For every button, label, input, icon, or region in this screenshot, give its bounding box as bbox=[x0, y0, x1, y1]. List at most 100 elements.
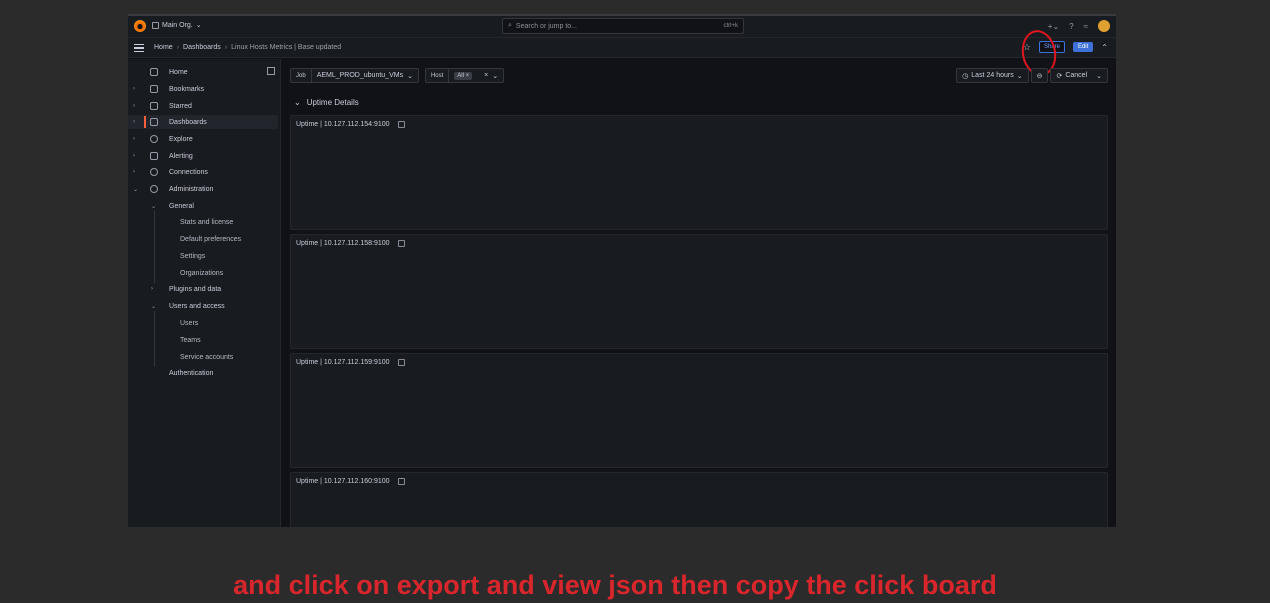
rss-icon[interactable]: ≈ bbox=[1084, 22, 1088, 31]
sidebar-item-label: Administration bbox=[169, 185, 214, 193]
sidebar-item-plugins-and-data[interactable]: › Plugins and data bbox=[128, 282, 278, 296]
sidebar-item-organizations[interactable]: Organizations bbox=[128, 266, 278, 280]
sidebar-item-label: Explore bbox=[169, 135, 193, 143]
sidebar-item-label: Plugins and data bbox=[169, 285, 222, 293]
chevron-down-icon[interactable]: ⌄ bbox=[151, 303, 156, 310]
host-value-wrap: All × × ⌄ bbox=[449, 71, 503, 80]
chevron-down-icon: ⌄ bbox=[1016, 72, 1023, 80]
star-icon bbox=[150, 102, 158, 110]
sidebar-item-general[interactable]: ⌄ General bbox=[128, 199, 278, 213]
sidebar-item-settings[interactable]: Settings bbox=[128, 249, 278, 263]
job-value-wrap: AEML_PROD_ubuntu_VMs ⌄ bbox=[312, 72, 418, 80]
chevron-right-icon[interactable]: › bbox=[133, 119, 135, 125]
sidebar-item-explore[interactable]: › Explore bbox=[128, 132, 278, 146]
edit-button[interactable]: Edit bbox=[1072, 42, 1094, 52]
avatar[interactable] bbox=[1098, 20, 1110, 32]
search-input[interactable]: ⌕ Search or jump to... ctrl+k bbox=[502, 18, 744, 34]
sidebar-item-alerting[interactable]: › Alerting bbox=[128, 149, 278, 163]
sidebar-item-administration[interactable]: ⌄ Administration bbox=[128, 182, 278, 196]
sidebar-item-starred[interactable]: › Starred bbox=[128, 99, 278, 113]
breadcrumb-home[interactable]: Home bbox=[154, 44, 173, 51]
sidebar: Home › Bookmarks › Starred › Dashboards … bbox=[128, 59, 281, 527]
sidebar-item-label: General bbox=[169, 202, 194, 210]
search-placeholder: Search or jump to... bbox=[515, 22, 578, 30]
host-label: Host bbox=[426, 69, 450, 82]
home-icon bbox=[150, 68, 158, 76]
sidebar-item-label: Settings bbox=[180, 252, 206, 260]
chevron-down-icon: ⌄ bbox=[294, 98, 301, 107]
chevron-down-icon: ⌄ bbox=[195, 22, 202, 29]
sidebar-item-label: Users and access bbox=[169, 302, 225, 310]
menu-icon[interactable] bbox=[134, 44, 144, 52]
time-range: Last 24 hours bbox=[971, 72, 1014, 79]
compass-icon bbox=[150, 135, 158, 143]
refresh-icon: ⟳ bbox=[1056, 72, 1063, 80]
panel-title: Uptime | 10.127.112.158:9100 bbox=[296, 240, 390, 247]
sidebar-item-connections[interactable]: › Connections bbox=[128, 165, 278, 179]
chevron-right-icon[interactable]: › bbox=[133, 86, 135, 92]
row-title: Uptime Details bbox=[306, 98, 359, 107]
chevron-right-icon[interactable]: › bbox=[133, 153, 135, 159]
panel-uptime-158[interactable]: Uptime | 10.127.112.158:9100 bbox=[290, 234, 1108, 349]
bell-icon bbox=[150, 152, 158, 160]
sidebar-item-label: Starred bbox=[169, 102, 192, 110]
panel-title: Uptime | 10.127.112.159:9100 bbox=[296, 359, 390, 366]
grafana-logo-icon[interactable] bbox=[134, 20, 146, 32]
host-variable[interactable]: Host All × × ⌄ bbox=[424, 68, 505, 83]
search-icon: ⌕ bbox=[508, 22, 512, 29]
zoom-out-button[interactable]: ⊖ bbox=[1030, 68, 1049, 83]
sidebar-item-label: Service accounts bbox=[180, 353, 234, 361]
job-value: AEML_PROD_ubuntu_VMs bbox=[316, 72, 404, 79]
no-data-icon bbox=[397, 478, 405, 485]
chevron-down-icon[interactable]: ⌄ bbox=[151, 203, 156, 210]
sidebar-item-label: Organizations bbox=[180, 269, 224, 277]
sidebar-item-home[interactable]: Home bbox=[128, 65, 278, 79]
chevron-right-icon[interactable]: › bbox=[133, 136, 135, 142]
chevron-up-icon[interactable]: ⌃ bbox=[1101, 43, 1108, 52]
org-switcher[interactable]: Main Org. ⌄ bbox=[152, 21, 202, 29]
sidebar-item-users[interactable]: Users bbox=[128, 316, 278, 330]
sidebar-item-bookmarks[interactable]: › Bookmarks bbox=[128, 82, 278, 96]
chevron-right-icon: › bbox=[176, 44, 180, 51]
top-bar: Main Org. ⌄ ⌕ Search or jump to... ctrl+… bbox=[128, 16, 1116, 38]
org-name: Main Org. bbox=[162, 21, 193, 29]
sidebar-item-label: Alerting bbox=[169, 152, 193, 160]
sidebar-item-label: Teams bbox=[180, 336, 201, 344]
sidebar-item-users-and-access[interactable]: ⌄ Users and access bbox=[128, 299, 278, 313]
help-icon[interactable]: ? bbox=[1069, 22, 1073, 31]
cancel-button[interactable]: ⟳ Cancel ⌄ bbox=[1050, 68, 1108, 83]
variables-bar: Job AEML_PROD_ubuntu_VMs ⌄ Host All × × … bbox=[290, 68, 505, 83]
no-data-icon bbox=[397, 121, 405, 128]
sidebar-item-label: Bookmarks bbox=[169, 85, 205, 93]
panel-uptime-159[interactable]: Uptime | 10.127.112.159:9100 bbox=[290, 353, 1108, 468]
chevron-right-icon[interactable]: › bbox=[133, 169, 135, 175]
sidebar-item-teams[interactable]: Teams bbox=[128, 333, 278, 347]
job-variable[interactable]: Job AEML_PROD_ubuntu_VMs ⌄ bbox=[290, 68, 419, 83]
job-label: Job bbox=[291, 69, 312, 82]
breadcrumb-dashboards[interactable]: Dashboards bbox=[183, 44, 221, 51]
row-uptime-details[interactable]: ⌄ Uptime Details bbox=[294, 98, 359, 107]
panel-uptime-154[interactable]: Uptime | 10.127.112.154:9100 bbox=[290, 115, 1108, 230]
top-actions: +⌄ ? ≈ bbox=[1048, 20, 1110, 32]
add-icon[interactable]: +⌄ bbox=[1048, 22, 1059, 31]
host-chip[interactable]: All × bbox=[454, 71, 473, 80]
clear-icon[interactable]: × bbox=[484, 72, 488, 79]
sidebar-item-default-preferences[interactable]: Default preferences bbox=[128, 232, 278, 246]
sidebar-item-label: Connections bbox=[169, 168, 208, 176]
sidebar-item-stats-and-license[interactable]: Stats and license bbox=[128, 215, 278, 229]
chevron-down-icon[interactable]: ⌄ bbox=[133, 186, 138, 193]
sidebar-item-dashboards[interactable]: › Dashboards bbox=[128, 115, 278, 129]
chevron-down-icon: ⌄ bbox=[1096, 72, 1102, 80]
panel-uptime-160[interactable]: Uptime | 10.127.112.160:9100 bbox=[290, 472, 1108, 527]
sidebar-item-service-accounts[interactable]: Service accounts bbox=[128, 350, 278, 364]
chevron-right-icon[interactable]: › bbox=[151, 286, 153, 292]
sidebar-item-label: Dashboards bbox=[169, 118, 207, 126]
panel-title: Uptime | 10.127.112.160:9100 bbox=[296, 478, 390, 485]
clock-icon: ◷ bbox=[962, 72, 969, 80]
nav-bar: Home › Dashboards › Linux Hosts Metrics … bbox=[128, 38, 1116, 58]
sidebar-item-authentication[interactable]: Authentication bbox=[128, 366, 278, 380]
sidebar-item-label: Users bbox=[180, 319, 199, 327]
chevron-right-icon[interactable]: › bbox=[133, 103, 135, 109]
time-range-picker[interactable]: ◷ Last 24 hours ⌄ bbox=[956, 68, 1029, 83]
no-data-icon bbox=[397, 240, 405, 247]
